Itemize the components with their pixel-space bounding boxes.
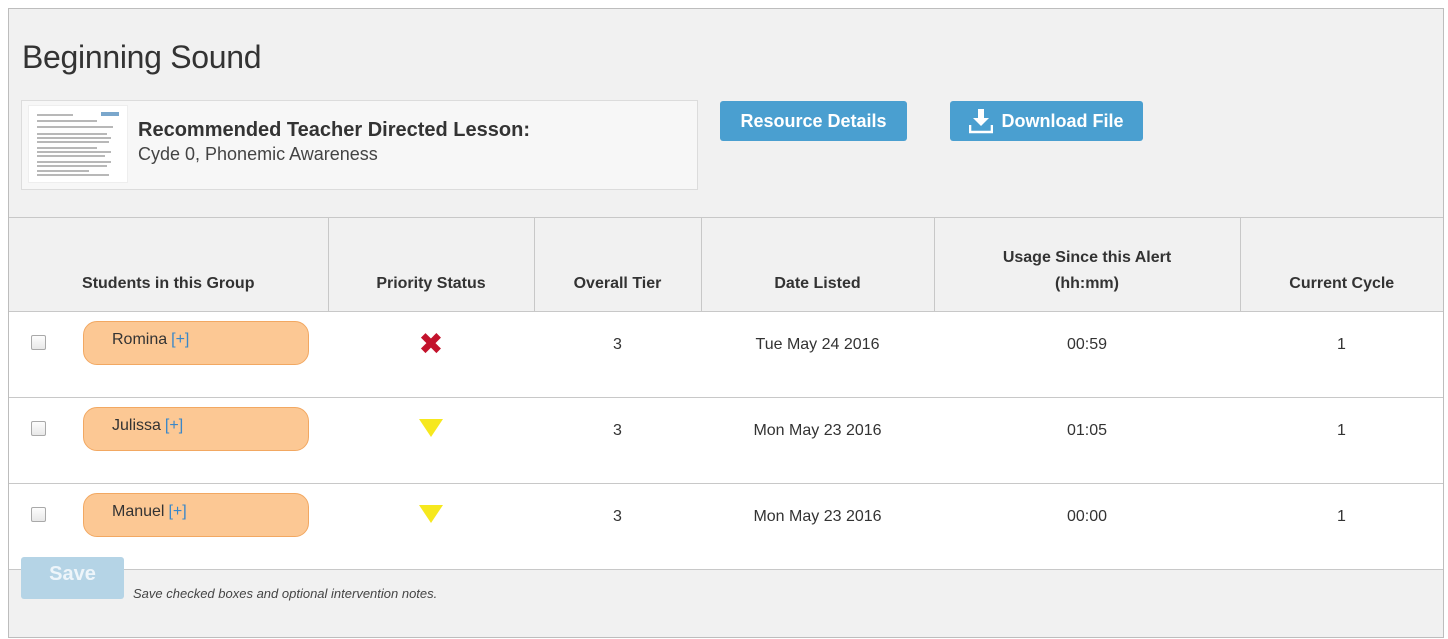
usage-cell: 01:05	[934, 397, 1240, 484]
current-cycle-cell: 1	[1240, 483, 1443, 570]
student-checkbox[interactable]	[31, 507, 46, 522]
resource-details-button[interactable]: Resource Details	[720, 101, 907, 141]
x-icon: ✖	[418, 327, 444, 361]
thumbnail-logo	[101, 112, 119, 116]
column-header-usage[interactable]: Usage Since this Alert (hh:mm)	[934, 217, 1241, 312]
student-cell: Julissa [+]	[9, 397, 328, 484]
student-cell: Romina [+]	[9, 311, 328, 398]
table-header-row: Students in this Group Priority Status O…	[9, 217, 1443, 312]
table-row: Julissa [+] 3 Mon May 23 2016 01:05 1	[9, 397, 1443, 484]
date-listed-cell: Mon May 23 2016	[701, 397, 934, 484]
current-cycle-cell: 1	[1240, 397, 1443, 484]
student-name-pill[interactable]: Manuel [+]	[83, 493, 309, 537]
column-header-current-cycle[interactable]: Current Cycle	[1240, 217, 1443, 312]
student-checkbox[interactable]	[31, 421, 46, 436]
save-label: Save	[49, 563, 96, 585]
priority-status-cell: ✖	[328, 311, 534, 398]
lesson-value: Cyde 0, Phonemic Awareness	[138, 144, 378, 164]
download-file-label: Download File	[1001, 110, 1124, 131]
recommended-lesson-card: Recommended Teacher Directed Lesson: Cyd…	[21, 100, 698, 190]
lesson-label: Recommended Teacher Directed Lesson:	[138, 119, 530, 141]
column-header-students[interactable]: Students in this Group	[9, 217, 329, 312]
triangle-down-icon	[419, 505, 443, 523]
triangle-down-icon	[419, 419, 443, 437]
column-header-overall-tier[interactable]: Overall Tier	[534, 217, 702, 312]
alert-panel: Beginning Sound Recommended Teacher Dire…	[8, 8, 1444, 638]
priority-status-cell	[328, 397, 534, 484]
student-name: Romina	[112, 331, 168, 348]
overall-tier-cell: 3	[534, 397, 701, 484]
expand-notes-link[interactable]: [+]	[168, 503, 186, 520]
students-table: Students in this Group Priority Status O…	[9, 217, 1443, 570]
overall-tier-cell: 3	[534, 311, 701, 398]
overall-tier-cell: 3	[534, 483, 701, 570]
student-checkbox[interactable]	[31, 335, 46, 350]
download-file-button[interactable]: Download File	[950, 101, 1143, 141]
priority-status-cell	[328, 483, 534, 570]
column-header-date-listed[interactable]: Date Listed	[701, 217, 935, 312]
student-name: Julissa	[112, 417, 161, 434]
document-thumbnail[interactable]	[28, 105, 128, 183]
current-cycle-cell: 1	[1240, 311, 1443, 398]
resource-details-label: Resource Details	[740, 110, 887, 131]
save-button[interactable]: Save	[21, 557, 124, 599]
date-listed-cell: Tue May 24 2016	[701, 311, 934, 398]
save-hint-text: Save checked boxes and optional interven…	[133, 586, 438, 601]
student-name-pill[interactable]: Julissa [+]	[83, 407, 309, 451]
column-header-priority-status[interactable]: Priority Status	[328, 217, 535, 312]
page-title: Beginning Sound	[22, 39, 262, 75]
download-icon	[969, 108, 994, 134]
student-name-pill[interactable]: Romina [+]	[83, 321, 309, 365]
date-listed-cell: Mon May 23 2016	[701, 483, 934, 570]
table-row: Romina [+] ✖ 3 Tue May 24 2016 00:59 1	[9, 311, 1443, 398]
student-name: Manuel	[112, 503, 165, 520]
expand-notes-link[interactable]: [+]	[171, 331, 189, 348]
expand-notes-link[interactable]: [+]	[165, 417, 183, 434]
usage-cell: 00:59	[934, 311, 1240, 398]
table-row: Manuel [+] 3 Mon May 23 2016 00:00 1	[9, 483, 1443, 570]
usage-cell: 00:00	[934, 483, 1240, 570]
